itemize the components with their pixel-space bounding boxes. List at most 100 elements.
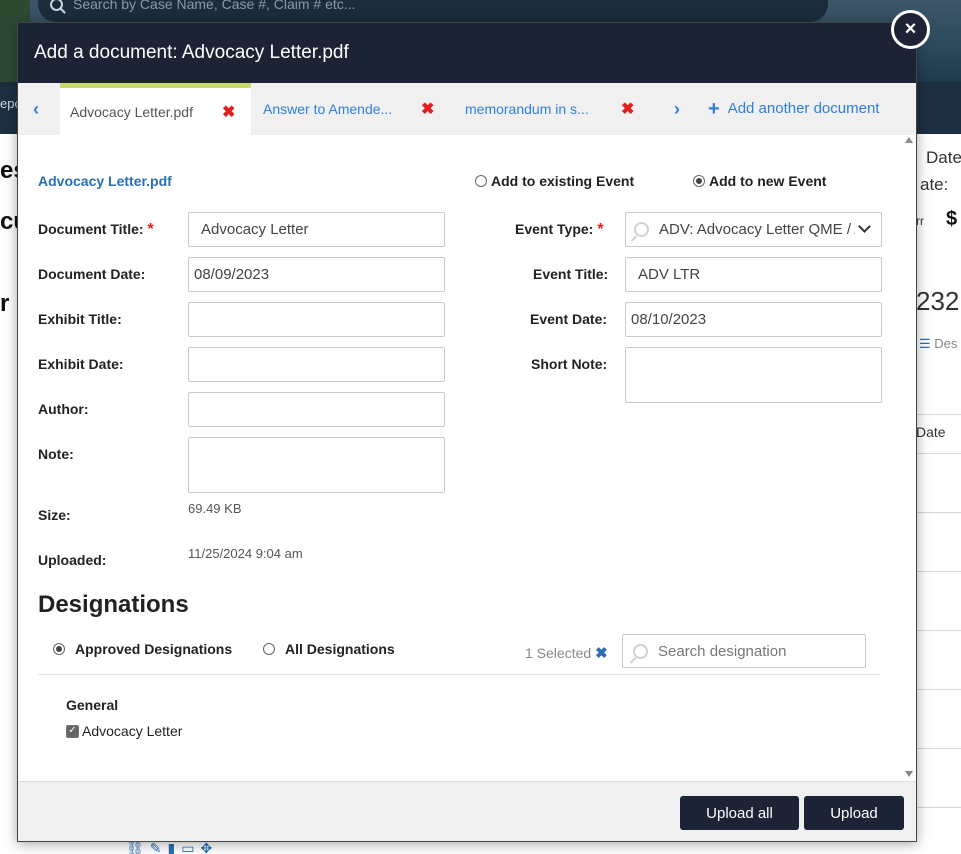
exhibit-date-input[interactable] (188, 347, 445, 382)
search-icon (633, 643, 648, 659)
add-document-modal: Add a document: Advocacy Letter.pdf ‹ Ad… (17, 22, 917, 842)
global-search-placeholder: Search by Case Name, Case #, Claim # etc… (73, 0, 356, 12)
event-date-input[interactable]: 08/10/2023 (625, 302, 882, 337)
bg-row-divider (916, 453, 961, 454)
search-icon (634, 222, 649, 237)
uploaded-label: Uploaded: (38, 552, 107, 568)
document-icon[interactable]: ▮ (168, 840, 182, 854)
designation-item-label: Advocacy Letter (82, 723, 183, 739)
designations-divider (38, 674, 881, 675)
designation-checkbox[interactable]: ✓ (66, 724, 79, 738)
remove-tab-icon[interactable]: ✖ (421, 99, 434, 119)
network-icon[interactable]: ✥ (200, 840, 218, 854)
modal-title: Add a document: Advocacy Letter.pdf (34, 42, 349, 63)
previous-tab-button[interactable]: ‹ (33, 99, 39, 120)
search-icon (50, 0, 63, 11)
add-another-document-label: Add another document (727, 100, 880, 117)
author-input[interactable] (188, 392, 445, 427)
bg-row-divider (916, 630, 961, 631)
close-modal-button[interactable]: × (891, 10, 930, 49)
approved-designations-label: Approved Designations (75, 641, 233, 657)
designation-search-input[interactable]: Search designation (622, 634, 866, 668)
monitor-icon[interactable]: ▭ (181, 840, 200, 854)
file-name-link[interactable]: Advocacy Letter.pdf (38, 173, 172, 189)
close-icon: × (904, 18, 917, 40)
event-date-label: Event Date: (530, 311, 608, 327)
plus-icon: + (708, 97, 720, 120)
existing-event-radio[interactable] (475, 175, 487, 187)
approved-designations-option[interactable]: Approved Designations (53, 641, 232, 657)
modal-footer: Upload all Upload (18, 781, 916, 841)
next-tab-button[interactable]: › (674, 99, 680, 120)
scroll-up-arrow-icon[interactable] (905, 137, 913, 143)
add-to-new-event-option[interactable]: Add to new Event (693, 173, 826, 189)
bg-row-divider (916, 689, 961, 690)
new-event-label: Add to new Event (709, 173, 827, 189)
document-date-input[interactable]: 08/09/2023 (188, 257, 445, 292)
bg-number: 232 (916, 286, 960, 316)
bg-date-label: Date (926, 148, 961, 167)
add-another-document-button[interactable]: + Add another document (708, 97, 880, 120)
designation-item[interactable]: ✓ Advocacy Letter (66, 723, 182, 739)
selected-count-text: 1 Selected (525, 645, 592, 661)
event-type-label: Event Type: * (515, 221, 604, 238)
size-value: 69.49 KB (188, 501, 242, 516)
remove-tab-icon[interactable]: ✖ (222, 102, 235, 122)
required-marker: * (147, 221, 154, 238)
tab-label: Advocacy Letter.pdf (70, 103, 193, 120)
designation-search-placeholder: Search designation (658, 642, 787, 660)
event-title-label: Event Title: (533, 266, 609, 282)
scroll-down-arrow-icon[interactable] (905, 771, 913, 777)
bg-heading-fragment-3: r (0, 290, 10, 317)
exhibit-title-input[interactable] (188, 302, 445, 337)
tab-answer-to-amended[interactable]: Answer to Amende... ✖ (263, 83, 453, 135)
required-marker: * (597, 221, 604, 238)
bg-row-divider (916, 807, 961, 808)
upload-all-button[interactable]: Upload all (680, 796, 799, 830)
document-date-label: Document Date: (38, 266, 146, 282)
add-to-existing-event-option[interactable]: Add to existing Event (475, 173, 634, 189)
uploaded-value: 11/25/2024 9:04 am (188, 546, 303, 561)
bg-date-label-2: ate: (920, 175, 949, 194)
modal-header: Add a document: Advocacy Letter.pdf (18, 23, 916, 83)
link-icon[interactable]: ⛓ (126, 840, 150, 854)
tab-memorandum[interactable]: memorandum in s... ✖ (465, 83, 655, 135)
tab-label: Answer to Amende... (263, 101, 393, 117)
selected-count: 1 Selected ✖ (525, 644, 608, 662)
designation-group-title: General (66, 697, 119, 713)
new-event-radio[interactable] (693, 175, 705, 187)
all-designations-option[interactable]: All Designations (263, 641, 395, 657)
size-label: Size: (38, 507, 71, 523)
bg-row-divider (916, 748, 961, 749)
short-note-label: Short Note: (531, 356, 608, 372)
global-search-bar[interactable]: Search by Case Name, Case #, Claim # etc… (38, 0, 828, 22)
document-title-label: Document Title: * (38, 221, 154, 238)
tab-advocacy-letter[interactable]: Advocacy Letter.pdf ✖ (60, 83, 251, 135)
event-type-value: ADV: Advocacy Letter QME / AME (659, 221, 855, 238)
all-designations-label: All Designations (285, 641, 395, 657)
clear-selection-icon[interactable]: ✖ (595, 644, 608, 662)
bg-row-action-icons: ⛓✎▮▭✥ (126, 840, 218, 854)
author-label: Author: (38, 401, 89, 417)
all-designations-radio[interactable] (263, 643, 275, 655)
event-title-input[interactable]: ADV LTR (625, 257, 882, 292)
document-title-input[interactable]: Advocacy Letter (188, 212, 445, 247)
tab-label: memorandum in s... (465, 101, 589, 117)
approved-designations-radio[interactable] (53, 643, 65, 655)
exhibit-date-label: Exhibit Date: (38, 356, 124, 372)
upload-button[interactable]: Upload (804, 796, 904, 830)
short-note-textarea[interactable] (625, 347, 882, 403)
designations-heading: Designations (38, 591, 189, 618)
bg-rr: rr (916, 214, 924, 228)
modal-body-scrollbar[interactable] (902, 135, 916, 781)
list-icon: ☰ (919, 336, 931, 351)
bg-date-column-header: Date (916, 424, 946, 440)
document-tab-bar: ‹ Advocacy Letter.pdf ✖ Answer to Amende… (18, 83, 916, 135)
bg-designation-tab[interactable]: ☰ Des (919, 336, 957, 352)
event-type-select[interactable]: ADV: Advocacy Letter QME / AME (625, 212, 882, 247)
pencil-icon[interactable]: ✎ (150, 840, 168, 854)
modal-body: Advocacy Letter.pdf Add to existing Even… (18, 135, 916, 781)
note-textarea[interactable] (188, 437, 445, 493)
remove-tab-icon[interactable]: ✖ (621, 99, 634, 119)
existing-event-label: Add to existing Event (491, 173, 635, 189)
